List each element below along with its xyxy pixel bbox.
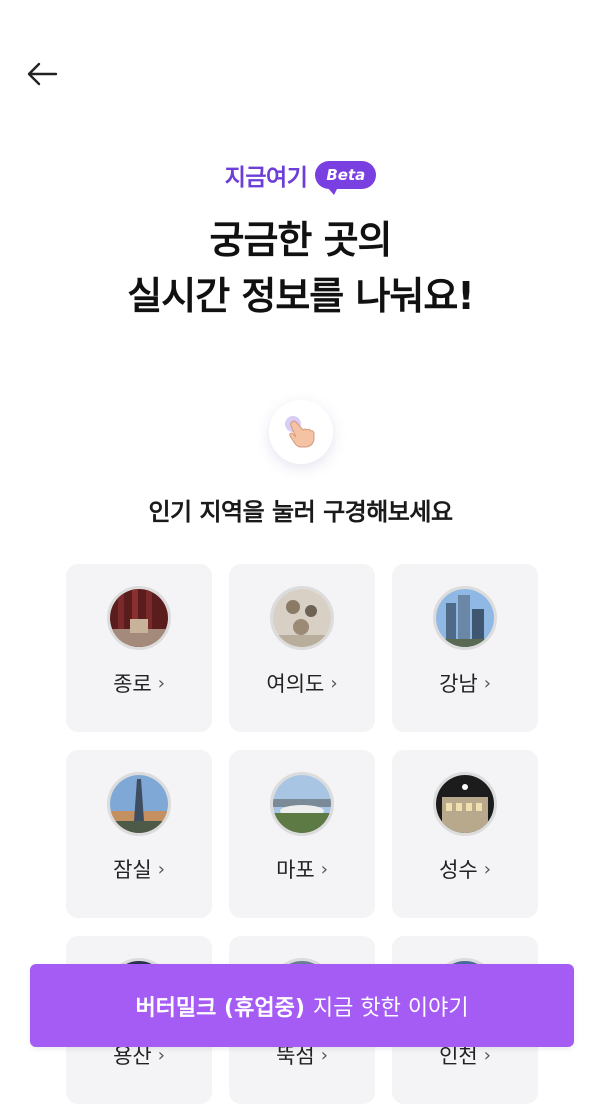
brand-title: 지금여기 [224, 165, 308, 191]
region-label: 종로 [113, 672, 152, 696]
region-thumbnail [107, 586, 171, 650]
subtitle: 인기 지역을 눌러 구경해보세요 [148, 498, 453, 526]
region-card-jamsil[interactable]: 잠실 › [66, 750, 212, 918]
region-thumbnail [270, 586, 334, 650]
brand-row: 지금여기 Beta [0, 158, 601, 195]
chevron-right-icon: › [320, 858, 328, 880]
back-button[interactable] [24, 58, 60, 90]
headline-line-2: 실시간 정보를 나눠요! [127, 274, 474, 318]
chevron-right-icon: › [320, 1044, 328, 1066]
region-thumbnail [433, 772, 497, 836]
region-label: 강남 [439, 672, 478, 696]
region-card-jongno[interactable]: 종로 › [66, 564, 212, 732]
chevron-right-icon: › [330, 672, 338, 694]
beta-badge: Beta [315, 161, 377, 195]
chevron-right-icon: › [483, 858, 491, 880]
chevron-right-icon: › [483, 1044, 491, 1066]
region-label: 성수 [439, 858, 478, 882]
cta-store-name: 버터밀크 (휴업중) [135, 995, 305, 1021]
chevron-right-icon: › [483, 672, 491, 694]
headline: 궁금한 곳의 실시간 정보를 나눠요! [0, 212, 601, 324]
region-label: 마포 [276, 858, 315, 882]
region-card-gangnam[interactable]: 강남 › [392, 564, 538, 732]
hot-story-button[interactable]: 버터밀크 (휴업중) 지금 핫한 이야기 [30, 964, 574, 1047]
arrow-left-icon [27, 62, 58, 86]
cta-text: 지금 핫한 이야기 [312, 995, 469, 1021]
region-card-yeouido[interactable]: 여의도 › [229, 564, 375, 732]
chevron-right-icon: › [157, 672, 165, 694]
region-label: 잠실 [113, 858, 152, 882]
chevron-right-icon: › [157, 1044, 165, 1066]
region-card-seongsu[interactable]: 성수 › [392, 750, 538, 918]
region-thumbnail [270, 772, 334, 836]
chevron-right-icon: › [157, 858, 165, 880]
pointing-hand-icon [269, 400, 333, 464]
region-thumbnail [107, 772, 171, 836]
headline-line-1: 궁금한 곳의 [209, 218, 392, 262]
region-label: 여의도 [266, 672, 325, 696]
region-thumbnail [433, 586, 497, 650]
region-card-mapo[interactable]: 마포 › [229, 750, 375, 918]
